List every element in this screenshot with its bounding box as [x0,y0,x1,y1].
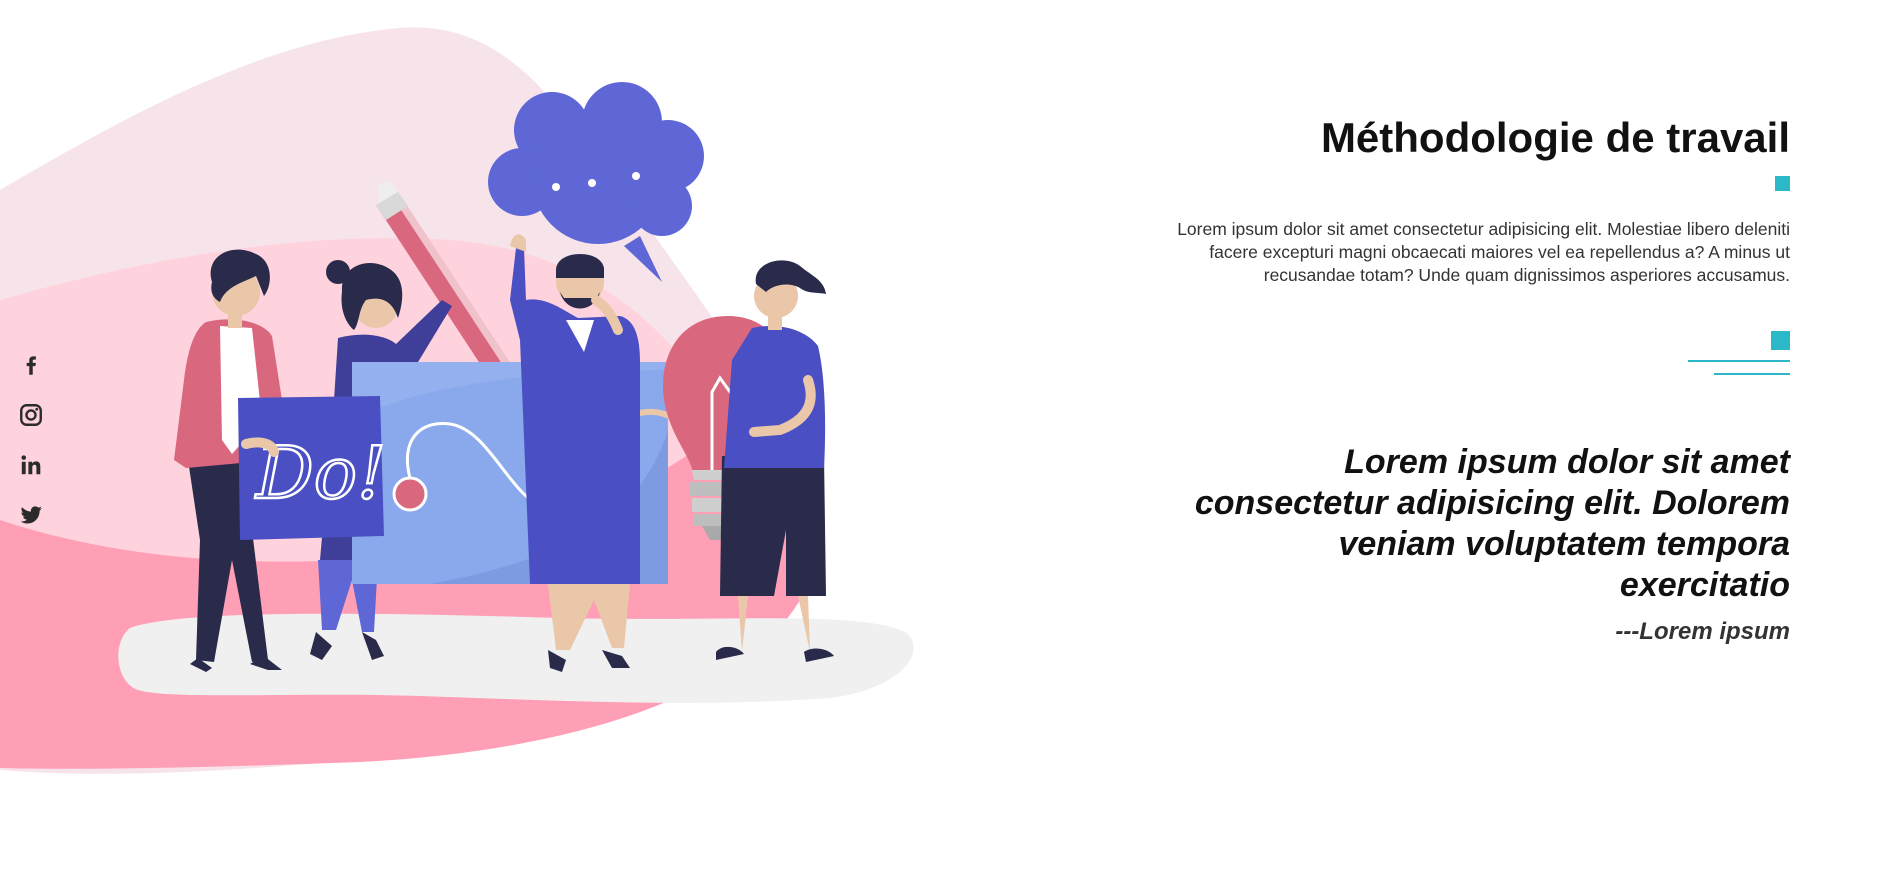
twitter-link[interactable] [18,502,46,530]
linkedin-link[interactable] [18,452,46,480]
ground-shadow [118,613,914,703]
instagram-link[interactable] [18,402,46,430]
accent-divider [1170,331,1790,383]
do-sign: Do! [238,396,387,540]
section-title: Méthodologie de travail [1320,114,1790,161]
divider-line-short [1714,373,1790,375]
linkedin-icon [21,455,41,475]
divider-line-long [1688,360,1790,362]
section-description: Lorem ipsum dolor sit amet consectetur a… [1177,219,1790,285]
social-links [18,352,46,552]
twitter-icon [20,506,42,524]
team-illustration: Do! [0,27,914,774]
quote-text: Lorem ipsum dolor sit amet consectetur a… [1194,443,1790,604]
methodology-section: Méthodologie de travail Lorem ipsum dolo… [1170,112,1790,647]
page: Do! Méthodologie de travail Lorem ipsum … [0,0,1894,891]
facebook-icon [26,356,36,375]
quote-author: ---Lorem ipsum [1615,618,1790,645]
accent-square [1775,176,1790,191]
facebook-link[interactable] [18,352,46,380]
instagram-icon [20,404,42,426]
divider-square [1771,331,1790,350]
